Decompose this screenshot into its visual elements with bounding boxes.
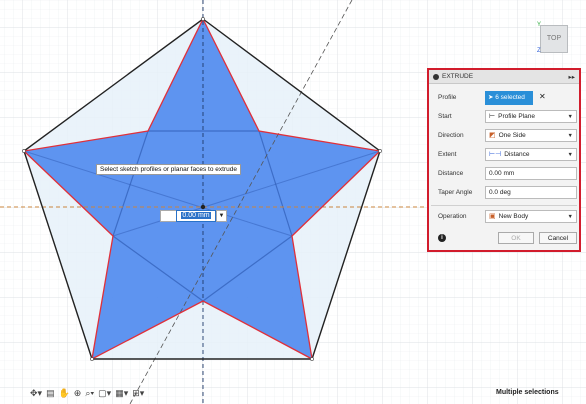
- look-at-icon[interactable]: ▤: [46, 388, 55, 399]
- distance-label: Distance: [438, 170, 464, 177]
- chevron-down-icon: ▼: [567, 152, 573, 158]
- chevron-down-icon: ▼: [567, 133, 573, 139]
- ok-button[interactable]: OK: [498, 232, 534, 244]
- row-distance: Distance 0.00 mm: [429, 166, 579, 182]
- distance-icon: ⊢⊣: [489, 151, 502, 158]
- taper-angle-input[interactable]: 0.0 deg: [485, 186, 577, 199]
- extent-label: Extent: [438, 151, 457, 158]
- row-operation: Operation ▣ New Body ▼: [429, 209, 579, 225]
- row-taper: Taper Angle 0.0 deg: [429, 185, 579, 201]
- start-select[interactable]: ⊢ Profile Plane ▼: [485, 110, 577, 123]
- selection-tooltip: Select sketch profiles or planar faces t…: [96, 164, 241, 175]
- view-cube-top-face[interactable]: TOP: [540, 25, 568, 53]
- status-text: Multiple selections: [496, 389, 559, 396]
- profile-selection-button[interactable]: ➤ 6 selected: [485, 91, 533, 105]
- chevron-down-icon[interactable]: ▼: [216, 210, 227, 222]
- viewports-icon[interactable]: ⊞▾: [132, 388, 144, 399]
- row-start: Start ⊢ Profile Plane ▼: [429, 109, 579, 125]
- expand-icon[interactable]: ▸▸: [568, 73, 575, 81]
- grid-settings-icon[interactable]: ▦▾: [115, 388, 128, 399]
- view-cube[interactable]: Y TOP Z: [537, 22, 568, 54]
- clear-selection-button[interactable]: ✕: [539, 92, 546, 101]
- profile-label: Profile: [438, 94, 457, 101]
- distance-inline-input[interactable]: 0.00 mm: [176, 210, 216, 222]
- display-settings-icon[interactable]: ▢▾: [98, 388, 111, 399]
- dialog-header[interactable]: EXTRUDE ▸▸: [429, 70, 579, 84]
- chevron-down-icon: ▼: [567, 214, 573, 220]
- direction-label: Direction: [438, 132, 464, 139]
- new-body-icon: ▣: [489, 213, 496, 220]
- extent-select[interactable]: ⊢⊣ Distance ▼: [485, 148, 577, 161]
- cancel-button[interactable]: Cancel: [539, 232, 577, 244]
- pan-icon[interactable]: ✋: [59, 388, 70, 399]
- dialog-title: EXTRUDE: [442, 73, 474, 80]
- row-profile: Profile ➤ 6 selected ✕: [429, 90, 579, 106]
- distance-input[interactable]: 0.00 mm: [485, 167, 577, 180]
- profile-plane-icon: ⊢: [489, 113, 496, 120]
- one-side-icon: ◩: [489, 132, 496, 139]
- distance-manipulator[interactable]: 0.00 mm ▼: [160, 208, 227, 222]
- zoom-window-icon[interactable]: ⌕▾: [85, 388, 94, 399]
- manipulator-grip[interactable]: [160, 210, 177, 222]
- row-extent: Extent ⊢⊣ Distance ▼: [429, 147, 579, 163]
- dialog-divider: [431, 205, 577, 206]
- extrude-dialog: EXTRUDE ▸▸ Profile ➤ 6 selected ✕ Start …: [427, 68, 581, 252]
- operation-label: Operation: [438, 213, 467, 220]
- taper-angle-label: Taper Angle: [438, 189, 473, 196]
- direction-select[interactable]: ◩ One Side ▼: [485, 129, 577, 142]
- dialog-icon: [433, 73, 439, 80]
- orbit-icon[interactable]: ✥▾: [30, 388, 42, 399]
- info-icon[interactable]: i: [438, 234, 446, 242]
- operation-select[interactable]: ▣ New Body ▼: [485, 210, 577, 223]
- zoom-icon[interactable]: ⊕: [74, 388, 82, 399]
- chevron-down-icon: ▼: [567, 114, 573, 120]
- navigation-toolbar: ✥▾ ▤ ✋ ⊕ ⌕▾ ▢▾ ▦▾ ⊞▾: [30, 385, 144, 401]
- start-label: Start: [438, 113, 452, 120]
- row-direction: Direction ◩ One Side ▼: [429, 128, 579, 144]
- axis-z-label: Z: [537, 48, 541, 54]
